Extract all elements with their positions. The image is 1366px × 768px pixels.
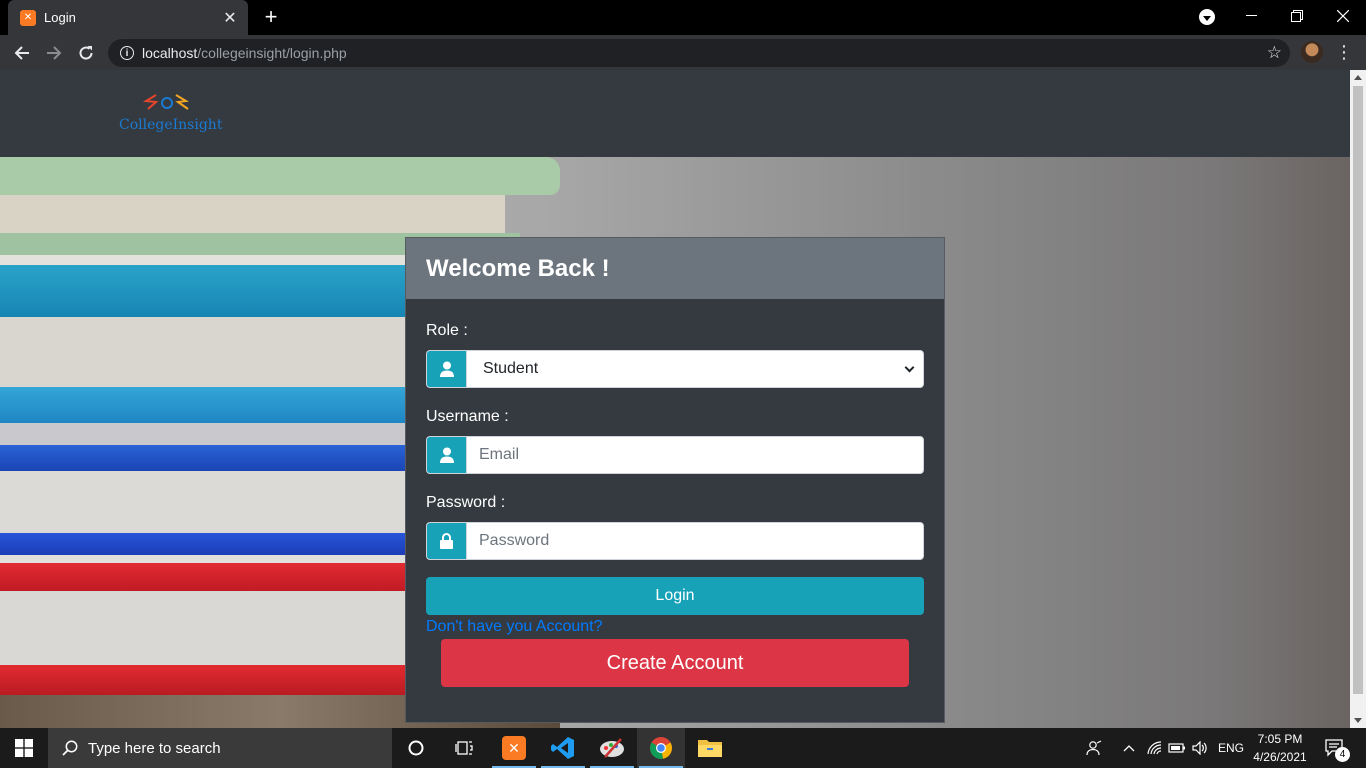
volume-icon [1192,741,1207,755]
arrow-left-icon [14,46,29,60]
role-label: Role : [426,322,468,339]
site-navbar: CollegeInsight [0,70,1350,157]
search-placeholder: Type here to search [88,739,221,757]
cortana-icon [408,740,424,756]
url-text: localhost/collegeinsight/login.php [142,45,347,61]
browser-menu-icon[interactable]: ⋮ [1335,41,1353,63]
minimize-icon [1245,15,1257,16]
folder-icon [698,740,722,757]
card-title: Welcome Back ! [426,254,610,282]
task-view-icon [455,741,473,755]
college-insight-logo-icon [142,94,189,110]
restore-icon [1291,10,1303,22]
task-view-button[interactable] [440,728,488,768]
chevron-up-icon [1123,745,1135,752]
search-icon [62,740,78,756]
xampp-favicon-icon: ✕ [20,9,36,26]
reload-icon [79,46,93,60]
action-center-button[interactable]: 4 [1318,728,1352,768]
info-icon[interactable]: i [120,46,134,60]
taskbar-search[interactable]: Type here to search [48,728,392,768]
clock-date: 4/26/2021 [1253,750,1307,764]
card-header: Welcome Back ! [406,238,944,299]
battery-icon [1168,743,1185,753]
back-button[interactable] [9,40,35,66]
site-logo[interactable]: CollegeInsight [118,92,222,134]
reload-button[interactable] [73,40,99,66]
user-icon [426,350,466,388]
taskbar-chrome[interactable] [637,728,685,768]
signup-link[interactable]: Don't have you Account? [426,618,603,636]
minimize-button[interactable] [1228,0,1274,32]
close-icon [1337,10,1349,22]
show-hidden-icons-button[interactable] [1118,728,1140,768]
people-button[interactable] [1080,728,1108,768]
page-scrollbar[interactable] [1350,70,1366,728]
chrome-icon [650,737,672,759]
people-icon [1086,740,1102,756]
scroll-down-icon[interactable] [1354,718,1362,723]
role-select[interactable]: Student [466,350,924,388]
vscode-icon [551,737,574,759]
xampp-icon: ✕ [502,736,526,760]
profile-avatar[interactable] [1301,41,1323,63]
arrow-right-icon [47,46,62,60]
forward-button[interactable] [41,40,67,66]
chevron-down-icon [904,362,915,372]
login-button[interactable]: Login [426,577,924,615]
browser-tab[interactable]: ✕ Login ✕ [8,0,248,35]
notification-count-badge: 4 [1335,747,1350,762]
login-card: Welcome Back ! Role : Student Username :… [405,237,945,723]
close-window-button[interactable] [1320,0,1366,32]
username-label: Username : [426,408,509,425]
clock-time: 7:05 PM [1257,732,1303,746]
browser-toolbar: i localhost/collegeinsight/login.php ☆ ⋮ [0,35,1366,70]
network-button[interactable] [1144,728,1166,768]
role-input-group: Student [426,350,924,388]
browser-tab-bar: ✕ Login ✕ + [0,0,1366,35]
bookmark-star-icon[interactable]: ☆ [1267,43,1282,63]
restore-button[interactable] [1274,0,1320,32]
taskbar-file-explorer[interactable] [686,728,734,768]
new-tab-button[interactable]: + [258,4,284,30]
role-selected-value: Student [483,360,539,377]
start-button[interactable] [0,728,48,768]
logo-text: CollegeInsight [119,117,223,133]
cortana-button[interactable] [392,728,440,768]
close-tab-icon[interactable]: ✕ [220,8,240,28]
address-bar[interactable]: i localhost/collegeinsight/login.php ☆ [108,39,1290,67]
username-input-group: Email [426,436,924,474]
password-input-group: Password [426,522,924,560]
wifi-icon [1147,741,1162,755]
create-account-button[interactable]: Create Account [441,639,909,687]
password-label: Password : [426,494,506,511]
windows-taskbar: Type here to search ✕ ENG 7:05 PM 4/26/2… [0,728,1366,768]
clock[interactable]: 7:05 PM 4/26/2021 [1252,728,1308,768]
taskbar-vscode[interactable] [539,728,587,768]
scroll-thumb[interactable] [1353,86,1363,694]
language-indicator[interactable]: ENG [1214,728,1248,768]
volume-button[interactable] [1189,728,1211,768]
tab-title: Login [44,10,76,25]
tab-search-icon[interactable] [1199,9,1215,25]
battery-button[interactable] [1166,728,1188,768]
lock-icon [426,522,466,560]
username-input[interactable]: Email [466,436,924,474]
windows-logo-icon [15,739,33,757]
scroll-up-icon[interactable] [1354,75,1362,80]
page-viewport: CollegeInsight Welcome Back ! Role: Stu… [0,70,1350,728]
taskbar-xampp[interactable]: ✕ [490,728,538,768]
paint-icon [600,738,624,758]
user-icon [426,436,466,474]
password-input[interactable]: Password [466,522,924,560]
taskbar-paint[interactable] [588,728,636,768]
